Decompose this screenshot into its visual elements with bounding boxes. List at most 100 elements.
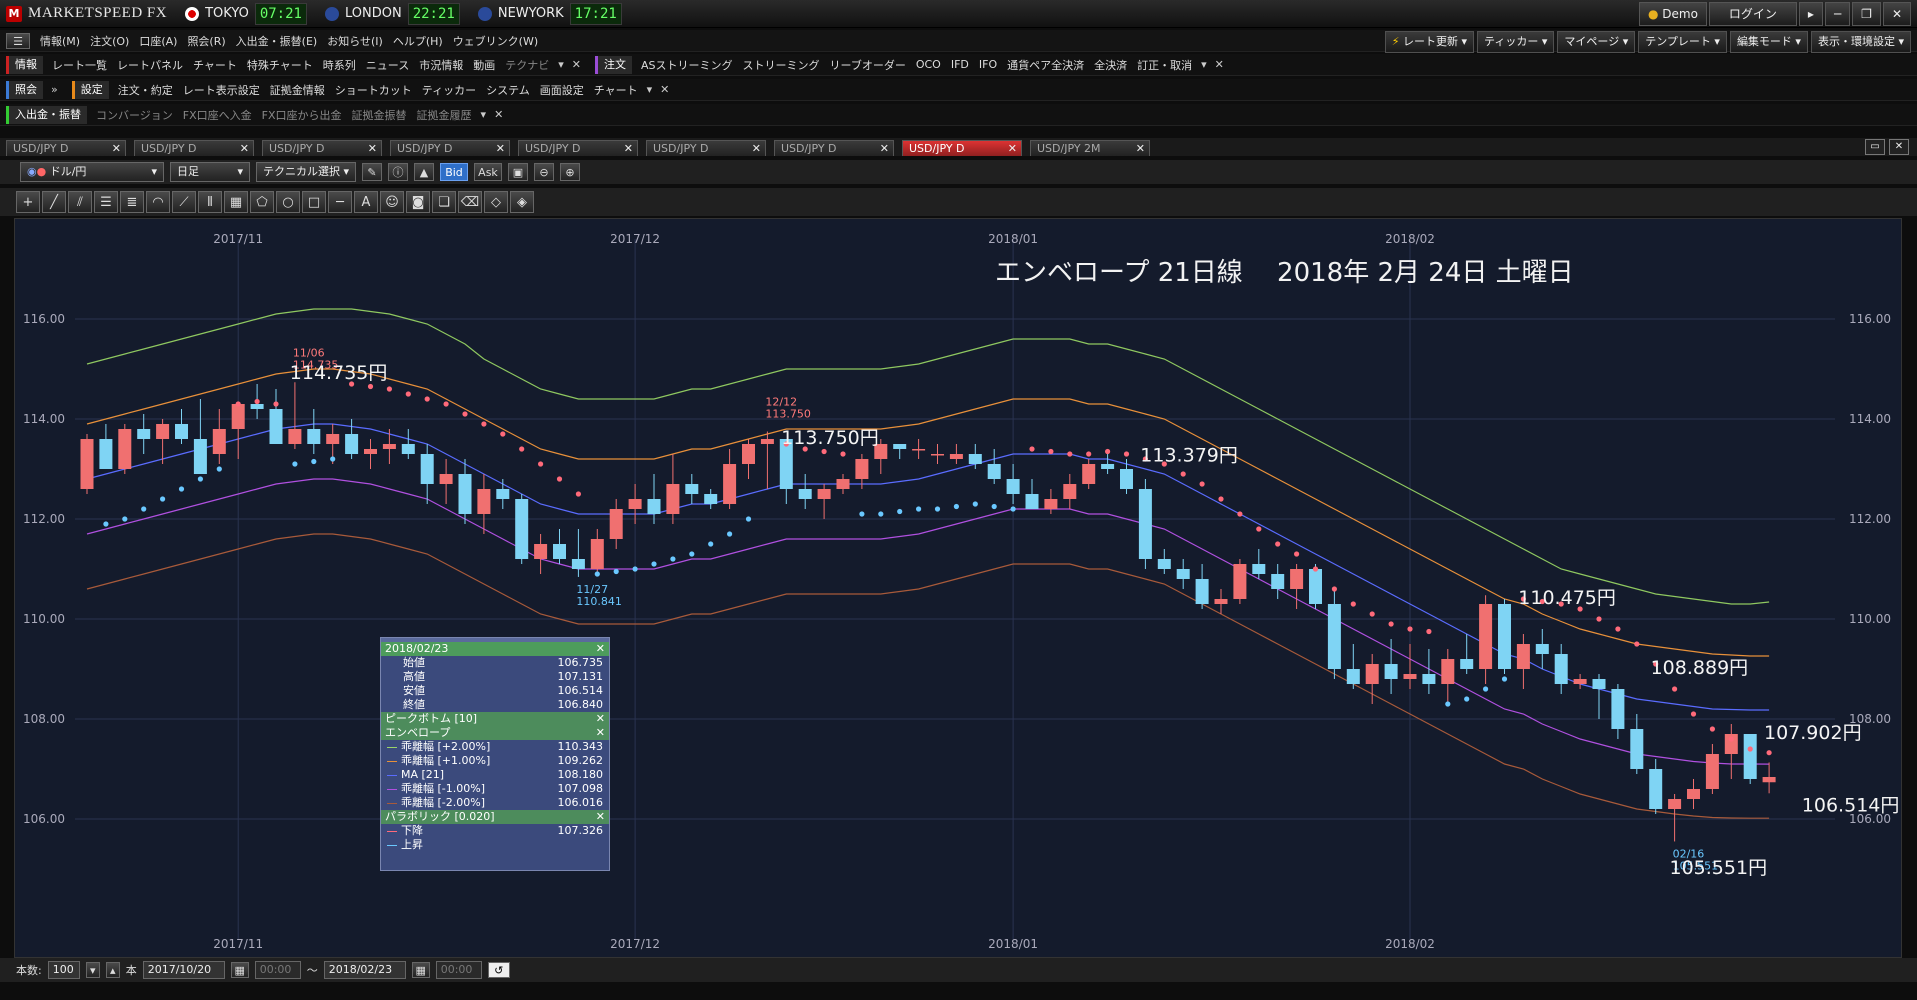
chart-tab[interactable]: USD/JPY 2M ✕ <box>1030 140 1150 156</box>
display-settings-button[interactable]: 表示・環境設定 ▾ <box>1810 31 1911 53</box>
toolbar-item[interactable]: 時系列 <box>318 57 361 73</box>
screenshot-icon[interactable]: ▣ <box>508 163 528 181</box>
toolbar-item[interactable]: チャート <box>188 57 242 73</box>
pen-icon[interactable]: ✎ <box>362 163 382 181</box>
dropdown-icon[interactable]: ▾ <box>477 108 491 121</box>
toolbar-item[interactable]: 特殊チャート <box>242 57 318 73</box>
toolbar-item[interactable]: ストリーミング <box>738 57 825 73</box>
toolbar-item[interactable]: 証拠金履歴 <box>412 107 477 123</box>
menu-item[interactable]: ヘルプ(H) <box>393 33 443 49</box>
edit-mode-button[interactable]: 編集モード ▾ <box>1729 31 1808 53</box>
pentagon-icon[interactable]: ⬠ <box>250 191 274 213</box>
trendline-icon[interactable]: ╱ <box>42 191 66 213</box>
close-tab-icon[interactable]: ✕ <box>496 141 505 157</box>
close-tab-icon[interactable]: ✕ <box>1136 141 1145 157</box>
toolbar-item[interactable]: ニュース <box>361 57 414 73</box>
rate-update-button[interactable]: ⚡ レート更新 ▾ <box>1384 31 1475 53</box>
calendar-icon[interactable]: ▦ <box>230 962 249 978</box>
more-icon[interactable]: » <box>47 83 62 96</box>
minimize-icon[interactable]: ─ <box>1824 2 1851 26</box>
close-tab-icon[interactable]: ✕ <box>624 141 633 157</box>
to-time-input[interactable]: 00:00 <box>435 961 482 979</box>
candlestick-chart[interactable]: 116.00 116.00 114.00 114.00 112.00 112.00 110.… <box>15 219 1901 957</box>
toolbar-item[interactable]: ショートカット <box>330 82 417 98</box>
period-select[interactable]: 日足 ▾ <box>170 162 250 182</box>
close-icon[interactable]: ✕ <box>1882 2 1911 26</box>
toolbar-item[interactable]: システム <box>481 82 535 98</box>
bid-button[interactable]: Bid <box>440 163 468 181</box>
toolbar-item[interactable]: コンバージョン <box>91 107 178 123</box>
toolbar-item[interactable]: IFO <box>974 58 1002 71</box>
fibonacci-icon[interactable]: ≣ <box>120 191 144 213</box>
toolbar-item[interactable]: リーブオーダー <box>825 57 911 73</box>
close-tab-icon[interactable]: ✕ <box>368 141 377 157</box>
ask-button[interactable]: Ask <box>474 163 502 181</box>
expand-icon[interactable]: ▸ <box>1798 2 1823 26</box>
arc-icon[interactable]: ◠ <box>146 191 170 213</box>
to-date-input[interactable]: 2018/02/23 <box>323 961 406 979</box>
close-tab-icon[interactable]: ✕ <box>752 141 761 157</box>
channel-icon[interactable]: ⫽ <box>68 191 92 213</box>
dropdown-icon[interactable]: ▾ <box>1197 58 1211 71</box>
close-icon[interactable]: ✕ <box>1211 58 1228 71</box>
template-button[interactable]: テンプレート ▾ <box>1638 31 1727 53</box>
toolbar-item[interactable]: テクナビ <box>500 57 554 73</box>
toolbar-item[interactable]: 注文・約定 <box>113 82 178 98</box>
info-icon[interactable]: ⓘ <box>388 163 408 181</box>
hline-icon[interactable]: ─ <box>328 191 352 213</box>
toolbar-item[interactable]: 証拠金情報 <box>265 82 330 98</box>
zoom-out-icon[interactable]: ⊖ <box>534 163 554 181</box>
delete-drawing-icon[interactable]: ⌫ <box>458 191 482 213</box>
menu-item[interactable]: 照会(R) <box>187 33 225 49</box>
toolbar-item[interactable]: ティッカー <box>417 82 481 98</box>
chart-tab-active[interactable]: USD/JPY D ✕ <box>902 140 1022 156</box>
menu-list-icon[interactable]: ☰ <box>6 32 30 49</box>
close-tab-icon[interactable]: ✕ <box>112 141 121 157</box>
close-icon[interactable]: ✕ <box>596 810 605 824</box>
menu-item[interactable]: 情報(M) <box>40 33 80 49</box>
chart-tab[interactable]: USD/JPY D ✕ <box>774 140 894 156</box>
login-button[interactable]: ログイン <box>1708 2 1797 26</box>
toolbar-item[interactable]: 画面設定 <box>535 82 589 98</box>
gann-icon[interactable]: ▦ <box>224 191 248 213</box>
toolbar-item[interactable]: IFD <box>946 58 974 71</box>
spin-up-icon[interactable]: ▴ <box>105 962 120 978</box>
toolbar-item[interactable]: 訂正・取消 <box>1132 57 1197 73</box>
ticker-button[interactable]: ティッカー ▾ <box>1477 31 1555 53</box>
crosshair-icon[interactable]: + <box>16 191 40 213</box>
mypage-button[interactable]: マイページ ▾ <box>1557 31 1636 53</box>
close-icon[interactable]: ✕ <box>656 83 673 96</box>
chart-tab[interactable]: USD/JPY D ✕ <box>390 140 510 156</box>
refresh-icon[interactable]: ↺ <box>487 962 510 978</box>
technical-select[interactable]: テクニカル選択 ▾ <box>256 162 356 182</box>
chart-tab[interactable]: USD/JPY D ✕ <box>518 140 638 156</box>
close-icon[interactable]: ✕ <box>596 726 605 740</box>
icon-stamp-icon[interactable]: ☺ <box>380 191 404 213</box>
dropdown-icon[interactable]: ▾ <box>643 83 657 96</box>
chart-tab[interactable]: USD/JPY D ✕ <box>646 140 766 156</box>
circle-icon[interactable]: ○ <box>276 191 300 213</box>
close-tab-icon[interactable]: ✕ <box>240 141 249 157</box>
toolbar-item[interactable]: レート表示設定 <box>178 82 265 98</box>
toolbar-item[interactable]: レートパネル <box>112 57 188 73</box>
toolbar-item[interactable]: OCO <box>911 58 946 71</box>
toolbar-item[interactable]: 通貨ペア全決済 <box>1002 57 1089 73</box>
copy-drawing-icon[interactable]: ❏ <box>432 191 456 213</box>
chart-tab[interactable]: USD/JPY D ✕ <box>134 140 254 156</box>
dropdown-icon[interactable]: ▾ <box>554 58 568 71</box>
restore-icon[interactable]: ❐ <box>1852 2 1881 26</box>
toolbar-item[interactable]: 全決済 <box>1089 57 1132 73</box>
maximize-icon[interactable]: ▭ <box>1865 139 1885 155</box>
currency-pair-select[interactable]: ◉● ドル/円 ▾ <box>20 162 164 182</box>
area-chart-icon[interactable]: ▲ <box>414 163 434 181</box>
vertical-lines-icon[interactable]: ⦀ <box>198 191 222 213</box>
dropdown-icon[interactable]: ▾ <box>85 962 100 978</box>
zoom-in-icon[interactable]: ⊕ <box>560 163 580 181</box>
calendar-icon[interactable]: ▦ <box>411 962 430 978</box>
close-icon[interactable]: ✕ <box>596 712 605 726</box>
toolbar-item[interactable]: 動画 <box>468 57 500 73</box>
from-date-input[interactable]: 2017/10/20 <box>142 961 225 979</box>
count-input[interactable]: 100 <box>47 961 80 979</box>
save-drawing-icon[interactable]: ◙ <box>406 191 430 213</box>
horizontal-lines-icon[interactable]: ☰ <box>94 191 118 213</box>
